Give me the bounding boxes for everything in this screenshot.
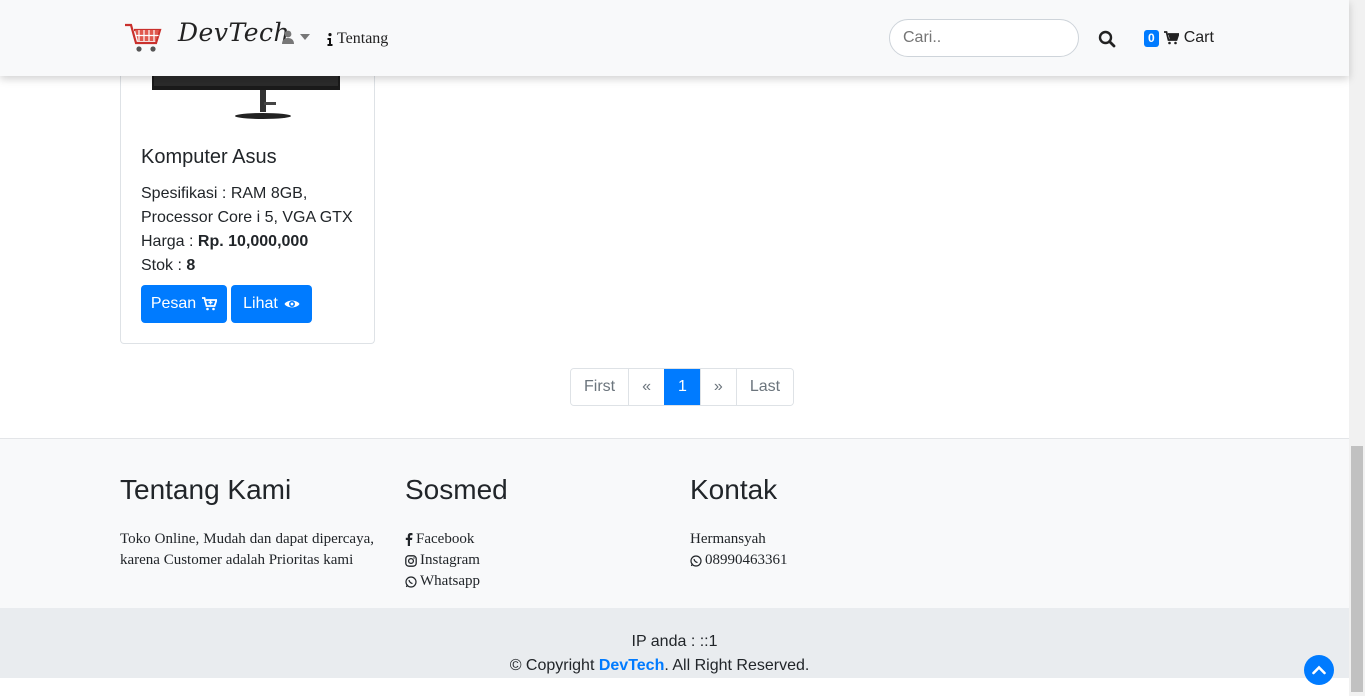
page-last[interactable]: Last bbox=[735, 369, 794, 405]
eye-icon bbox=[284, 300, 300, 308]
product-details: Spesifikasi : RAM 8GB, Processor Core i … bbox=[141, 182, 361, 278]
cart-plus-icon bbox=[202, 297, 218, 311]
footer-about-title: Tentang Kami bbox=[120, 474, 292, 505]
facebook-icon bbox=[405, 533, 413, 546]
copyright-brand-link[interactable]: DevTech bbox=[599, 657, 665, 674]
product-image[interactable] bbox=[152, 76, 340, 120]
shopping-cart-icon bbox=[1163, 31, 1179, 45]
ip-address: IP anda : ::1 bbox=[631, 633, 718, 650]
price-label: Harga : bbox=[141, 233, 198, 250]
social-facebook-link[interactable]: Facebook bbox=[405, 529, 480, 550]
spec-label: Spesifikasi : bbox=[141, 185, 231, 202]
shopping-cart-logo-icon[interactable] bbox=[124, 20, 162, 54]
page-first[interactable]: First bbox=[571, 369, 629, 405]
order-button-label: Pesan bbox=[150, 295, 197, 312]
footer-about-text: Toko Online, Mudah dan dapat dipercaya, … bbox=[120, 531, 374, 568]
product-stock: Stok : 8 bbox=[141, 254, 361, 278]
page-prev[interactable]: « bbox=[628, 369, 665, 405]
search-icon[interactable] bbox=[1098, 30, 1116, 48]
scrollbar-thumb[interactable] bbox=[1351, 446, 1363, 692]
brand-name[interactable]: DevTech bbox=[178, 18, 290, 47]
product-title: Komputer Asus bbox=[141, 146, 277, 168]
user-dropdown[interactable] bbox=[282, 30, 310, 44]
cart-count-badge: 0 bbox=[1144, 29, 1159, 47]
chevron-up-icon bbox=[1312, 665, 1326, 675]
cart-link[interactable]: 0 Cart bbox=[1144, 29, 1214, 47]
pagination: First « 1 » Last bbox=[570, 368, 795, 406]
caret-down-icon bbox=[300, 34, 310, 40]
navbar: DevTech Tentang 0 Cart bbox=[0, 0, 1349, 76]
instagram-label: Instagram bbox=[420, 552, 480, 568]
contact-name: Hermansyah bbox=[690, 531, 766, 547]
view-button-label: Lihat bbox=[243, 295, 278, 312]
instagram-icon bbox=[405, 554, 417, 567]
contact-list: Hermansyah 08990463361 bbox=[690, 529, 788, 571]
footer-social-title: Sosmed bbox=[405, 474, 508, 505]
contact-phone: 08990463361 bbox=[690, 550, 788, 571]
social-list: Facebook Instagram Whatsapp bbox=[405, 529, 480, 592]
social-whatsapp-link[interactable]: Whatsapp bbox=[405, 571, 480, 592]
price-value: Rp. 10,000,000 bbox=[197, 233, 309, 250]
stock-label: Stok : bbox=[141, 257, 187, 274]
about-label: Tentang bbox=[337, 30, 389, 47]
facebook-label: Facebook bbox=[416, 531, 475, 547]
footer bbox=[0, 438, 1349, 608]
whatsapp-icon bbox=[405, 575, 417, 588]
stock-value: 8 bbox=[186, 257, 196, 274]
footer-contact-title: Kontak bbox=[690, 474, 778, 505]
contact-phone-number: 08990463361 bbox=[705, 552, 788, 568]
product-spec: Spesifikasi : RAM 8GB, Processor Core i … bbox=[141, 182, 361, 230]
copyright-prefix: © Copyright bbox=[509, 657, 599, 674]
order-button[interactable]: Pesan bbox=[141, 285, 227, 323]
social-instagram-link[interactable]: Instagram bbox=[405, 550, 480, 571]
user-icon bbox=[282, 30, 294, 44]
info-icon bbox=[327, 32, 333, 46]
back-to-top-button[interactable] bbox=[1304, 655, 1334, 685]
search-input[interactable] bbox=[889, 19, 1079, 57]
whatsapp-icon bbox=[690, 554, 702, 567]
copyright: © Copyright DevTech. All Right Reserved. bbox=[0, 657, 1319, 675]
page-current[interactable]: 1 bbox=[664, 369, 700, 405]
nav-about-link[interactable]: Tentang bbox=[327, 30, 388, 48]
whatsapp-label: Whatsapp bbox=[420, 573, 480, 589]
page-next[interactable]: » bbox=[699, 369, 736, 405]
cart-label: Cart bbox=[1183, 29, 1214, 46]
view-button[interactable]: Lihat bbox=[231, 285, 312, 323]
product-price: Harga : Rp. 10,000,000 bbox=[141, 230, 361, 254]
copyright-suffix: . All Right Reserved. bbox=[664, 657, 810, 674]
